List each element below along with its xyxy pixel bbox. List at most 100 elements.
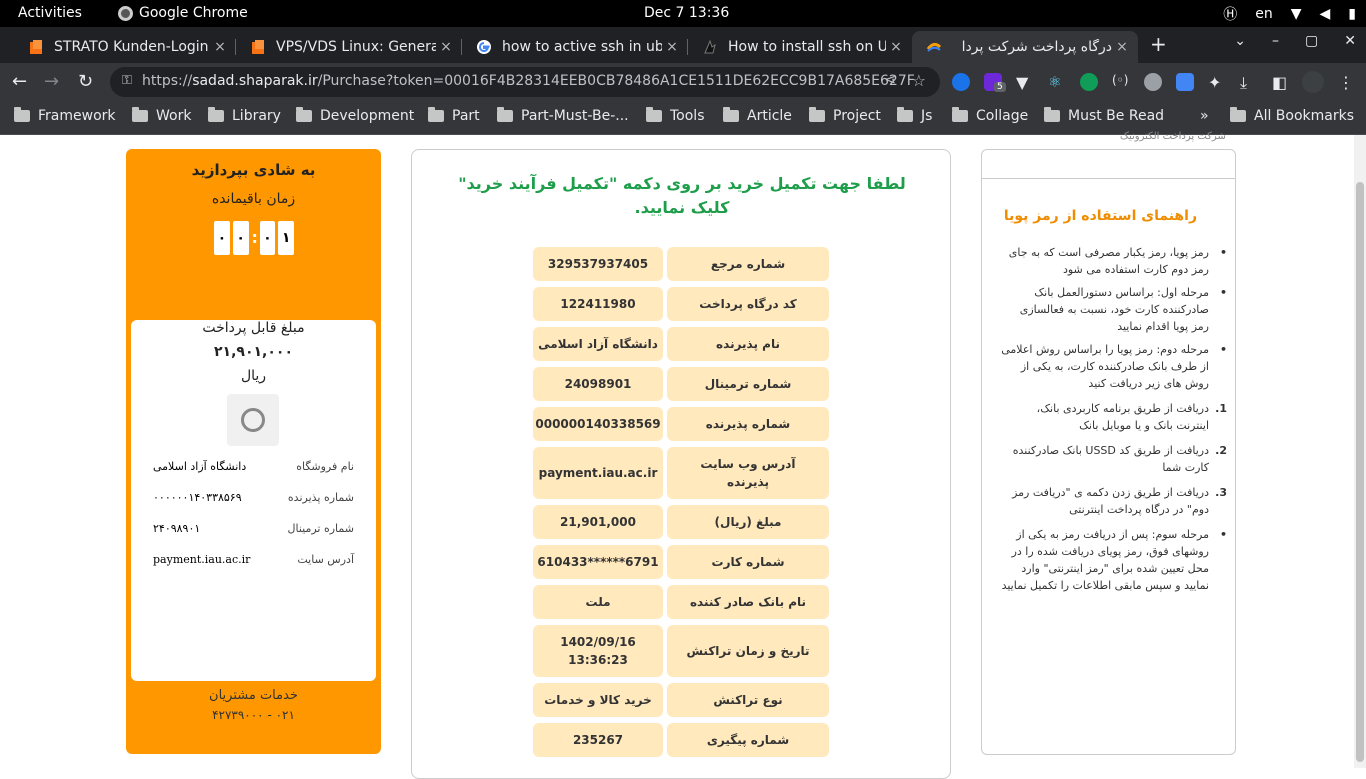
scrollbar-thumb[interactable] [1356, 182, 1364, 762]
new-tab-button[interactable]: + [1150, 32, 1167, 56]
chrome-icon [118, 5, 133, 21]
tab-install-ssh[interactable]: How to install ssh on U × [688, 31, 912, 63]
receipt-panel: لطفا جهت تکمیل خرید بر روی دکمه "تکمیل ف… [411, 149, 951, 779]
app-menu[interactable]: Google Chrome [118, 5, 248, 21]
folder-icon [296, 107, 312, 122]
table-row: 235267 شماره پیگیری [533, 723, 829, 757]
table-row: دانشگاه آزاد اسلامی نام پذیرنده [533, 327, 829, 361]
extension-code-icon[interactable]: (◦) [1112, 73, 1130, 91]
bookmark-folder[interactable]: Library [208, 107, 281, 124]
folder-icon [14, 107, 30, 122]
browser-toolbar: ← → ↻ ⚿ https://sadad.shaparak.ir/Purcha… [0, 63, 1366, 101]
folder-icon [1230, 107, 1246, 122]
table-row: ملت نام بانک صادر کننده [533, 585, 829, 619]
side-panel-icon[interactable]: ◧ [1272, 73, 1290, 92]
bookmark-folder[interactable]: Part-Must-Be-... [497, 107, 629, 124]
list-item: • رمز پویا، رمز یکبار مصرفی است که به جای… [1008, 246, 1227, 276]
timer-digit: ۱ [278, 221, 294, 255]
list-item: • مرحله سوم: پس از دریافت رمز به یکی از ر… [1001, 528, 1227, 592]
folder-icon [428, 107, 444, 122]
volume-icon: ◀ [1319, 6, 1331, 22]
google-icon [477, 40, 491, 54]
scrollbar[interactable] [1354, 135, 1366, 768]
table-row: خرید کالا و خدمات نوع تراکنش [533, 683, 829, 717]
tab-google-search[interactable]: how to active ssh in ubu × [462, 31, 688, 63]
power-icon: ▮ [1348, 6, 1356, 22]
close-tab-icon[interactable]: × [662, 39, 682, 55]
extensions-puzzle-icon[interactable]: ✦ [1208, 73, 1226, 92]
guide-list: • رمز پویا، رمز یکبار مصرفی است که به جای… [1001, 244, 1227, 600]
company-caption: شرکت پرداخت الکترونیک [1120, 131, 1226, 142]
tab-search-icon[interactable]: ⌄ [1234, 33, 1246, 49]
dynamic-password-guide: راهنمای استفاده از رمز پویا • رمز پویا، ر… [981, 149, 1236, 755]
bookmark-folder[interactable]: Must Be Read [1044, 107, 1164, 124]
amount-label: مبلغ قابل پرداخت [202, 320, 305, 336]
bookmark-folder[interactable]: Part [428, 107, 480, 124]
forward-icon[interactable]: → [44, 71, 59, 92]
bookmarks-overflow-button[interactable]: » [1200, 108, 1209, 124]
merchant-detail-row: شماره پذیرنده ۰۰۰۰۰۰۱۴۰۳۳۸۵۶۹ [153, 491, 354, 504]
bookmark-folder[interactable]: Tools [646, 107, 705, 124]
timer-digit: ۰ [232, 221, 249, 255]
system-tray[interactable]: Ⓗ en ▼ ◀ ▮ [1223, 4, 1356, 24]
extension-green-icon[interactable] [1080, 73, 1098, 91]
close-tab-icon[interactable]: × [210, 39, 230, 55]
reload-icon[interactable]: ↻ [78, 71, 93, 92]
bookmark-folder[interactable]: Js [897, 107, 932, 124]
close-window-button[interactable]: ✕ [1344, 33, 1356, 49]
all-bookmarks-folder[interactable]: All Bookmarks [1230, 107, 1354, 124]
bookmark-folder[interactable]: Framework [14, 107, 116, 124]
extension-translate2-icon[interactable] [1176, 73, 1194, 91]
share-icon[interactable]: ⋖ [884, 72, 896, 88]
article-favicon-icon [704, 39, 716, 54]
table-row: 1402/09/16 13:36:23 تاریخ و زمان تراکنش [533, 625, 829, 677]
customer-service-label: خدمات مشتریان [209, 688, 298, 703]
address-bar[interactable]: ⚿ https://sadad.shaparak.ir/Purchase?tok… [110, 67, 940, 97]
strato-favicon-icon [30, 40, 42, 54]
extension-vue-icon[interactable]: ▼ [1016, 73, 1034, 92]
downloads-icon[interactable]: ⤓ [1240, 73, 1258, 92]
tab-strato[interactable]: STRATO Kunden-Login × [14, 31, 236, 63]
clock[interactable]: Dec 7 13:36 [644, 5, 729, 21]
maximize-button[interactable]: ▢ [1305, 33, 1318, 49]
tab-payment-gateway[interactable]: درگاه پرداخت شرکت پردا × [912, 31, 1138, 63]
url-text[interactable]: https://sadad.shaparak.ir/Purchase?token… [142, 73, 915, 89]
extension-globe-icon[interactable] [1144, 73, 1162, 91]
table-row: 122411980 کد درگاه پرداخت [533, 287, 829, 321]
table-row: payment.iau.ac.ir آدرس وب سایت پذیرنده [533, 447, 829, 499]
language-indicator[interactable]: en [1255, 6, 1273, 22]
minimize-button[interactable]: – [1272, 33, 1279, 49]
bookmark-folder[interactable]: Work [132, 107, 191, 124]
tab-vps[interactable]: VPS/VDS Linux: Genera × [236, 31, 462, 63]
list-item: 2. دریافت از طریق کد USSD بانک صادرکننده … [1012, 444, 1227, 474]
instruction-heading: لطفا جهت تکمیل خرید بر روی دکمه "تکمیل ف… [458, 174, 906, 217]
tor-icon[interactable]: Ⓗ [1223, 4, 1237, 24]
system-top-bar: Activities Google Chrome Dec 7 13:36 Ⓗ e… [0, 0, 1366, 27]
guide-title: راهنمای استفاده از رمز پویا [1003, 208, 1197, 224]
folder-icon [132, 107, 148, 122]
extension-react-icon[interactable]: ⚛ [1048, 73, 1066, 91]
bookmark-folder[interactable]: Collage [952, 107, 1028, 124]
table-row: 000000140338569 شماره پذیرنده [533, 407, 829, 441]
bookmark-folder[interactable]: Project [809, 107, 881, 124]
bookmark-folder[interactable]: Article [723, 107, 792, 124]
close-tab-icon[interactable]: × [436, 39, 456, 55]
back-icon[interactable]: ← [12, 71, 27, 92]
bookmark-star-icon[interactable]: ☆ [912, 71, 926, 90]
list-item: • مرحله دوم: رمز پویا را براساس روش اعلام… [1001, 343, 1227, 390]
folder-icon [897, 107, 913, 122]
bookmark-folder[interactable]: Development [296, 107, 414, 124]
list-item: 1. دریافت از طریق برنامه کاربردی بانک، ای… [1036, 402, 1227, 432]
countdown-timer: ۰ ۰ : ۰ ۱ [214, 221, 294, 255]
close-tab-icon[interactable]: × [886, 39, 906, 55]
extension-translate-icon[interactable] [952, 73, 970, 91]
vps-favicon-icon [252, 40, 264, 54]
remaining-time-label: زمان باقیمانده [211, 191, 296, 207]
folder-icon [497, 107, 513, 122]
close-tab-icon[interactable]: × [1112, 39, 1132, 55]
currency-label: ریال [240, 368, 267, 384]
profile-avatar[interactable] [1302, 71, 1324, 93]
activities-button[interactable]: Activities [18, 5, 82, 21]
menu-icon[interactable]: ⋮ [1338, 73, 1356, 92]
site-info-icon[interactable]: ⚿ [122, 73, 132, 88]
